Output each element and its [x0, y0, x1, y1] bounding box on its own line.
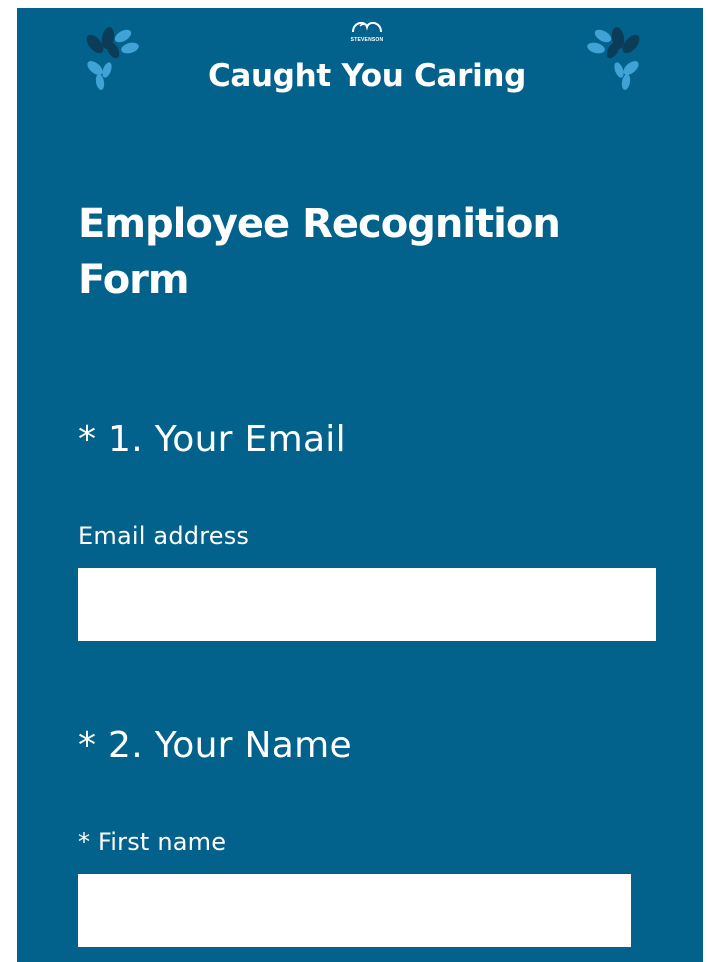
survey-header: STEVENSON Caught You Caring: [17, 8, 703, 118]
question-your-name: * 2. Your Name: [78, 725, 352, 766]
survey-page: STEVENSON Caught You Caring Employee Rec…: [17, 8, 703, 962]
email-address-input[interactable]: [78, 568, 656, 641]
stevenson-logo-mark-icon: [352, 21, 382, 33]
first-name-label: * First name: [78, 828, 227, 856]
first-name-input[interactable]: [78, 874, 631, 947]
stevenson-logo: STEVENSON: [337, 18, 397, 58]
logo-text: STEVENSON: [350, 37, 384, 43]
brand-title: Caught You Caring: [207, 58, 527, 94]
question-your-email: * 1. Your Email: [78, 419, 346, 460]
form-title: Employee Recognition Form: [78, 201, 561, 303]
email-address-label: Email address: [78, 522, 250, 550]
